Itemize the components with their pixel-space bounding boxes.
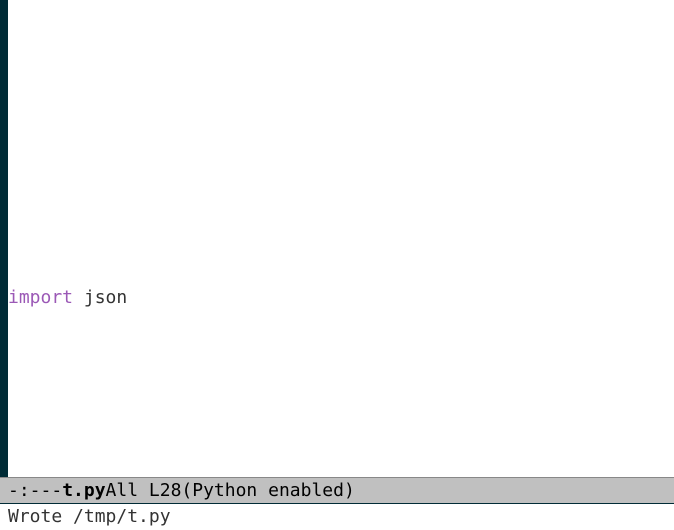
major-mode: (Python enabled) — [181, 478, 354, 503]
blank-line — [8, 460, 674, 477]
buffer-name: t.py — [62, 478, 105, 503]
mode-line[interactable]: -:--- t.py All L28 (Python enabled) — [0, 477, 674, 503]
module-name: json — [73, 287, 127, 308]
blank-line — [8, 185, 674, 210]
code-editor[interactable]: import json def foo(self): cat_file = '/… — [0, 0, 674, 477]
buffer-status: -:--- — [8, 478, 62, 503]
position-indicator: All L28 — [106, 478, 182, 503]
keyword-import: import — [8, 287, 73, 308]
blank-line — [8, 110, 674, 135]
code-line: import json — [8, 285, 674, 310]
minibuffer[interactable]: Wrote /tmp/t.py — [0, 503, 674, 529]
fringe — [0, 0, 8, 477]
blank-line — [8, 385, 674, 410]
echo-message: Wrote /tmp/t.py — [8, 506, 171, 527]
